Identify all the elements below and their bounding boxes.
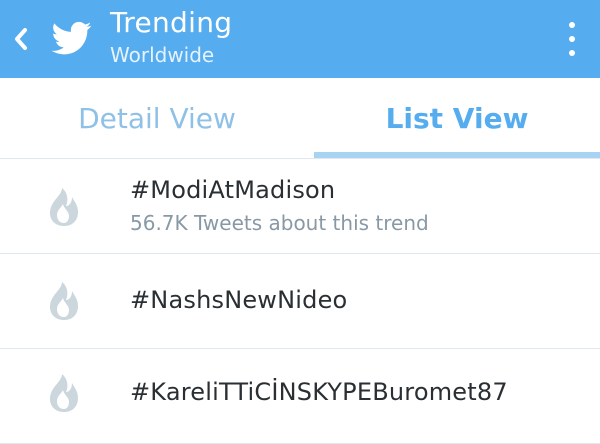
overflow-menu-dot [569,36,575,42]
overflow-menu-dot [569,50,575,56]
top-app-bar: Trending Worldwide [0,0,600,78]
overflow-menu-button[interactable] [560,20,584,58]
trend-name: #NashsNewNideo [130,286,348,314]
tab-detail-view[interactable]: Detail View [0,78,314,158]
overflow-menu-icon [569,22,575,28]
flame-icon [50,374,78,412]
trend-name: #KareliTTiCİNSKYPEBuromet87 [130,378,508,406]
tab-list-view[interactable]: List View [314,78,600,158]
flame-icon [50,188,78,226]
trend-row[interactable]: #ModiAtMadison 56.7K Tweets about this t… [0,159,600,254]
view-tabs: Detail View List View [0,78,600,159]
back-button[interactable] [10,26,32,52]
trend-row[interactable]: #KareliTTiCİNSKYPEBuromet87 [0,349,600,444]
page-title: Trending [110,6,233,39]
page-subtitle: Worldwide [110,43,215,67]
flame-icon [50,282,78,320]
trend-name: #ModiAtMadison [130,176,336,204]
twitter-bird-icon [51,21,92,55]
chevron-left-icon [15,28,27,50]
trend-tweet-count: 56.7K Tweets about this trend [130,211,429,235]
trend-row[interactable]: #NashsNewNideo [0,254,600,349]
active-tab-indicator [314,152,600,158]
